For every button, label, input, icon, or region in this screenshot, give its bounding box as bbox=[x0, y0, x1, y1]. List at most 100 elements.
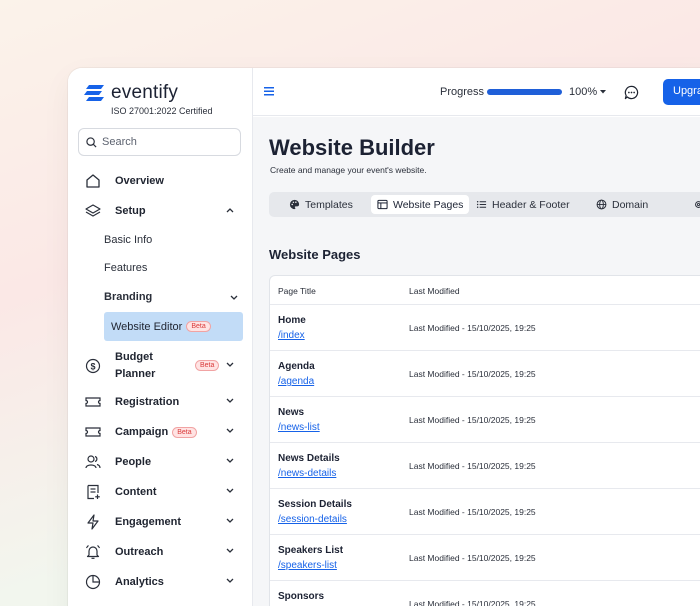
brand-name: eventify bbox=[111, 82, 179, 103]
ticket-icon bbox=[83, 422, 103, 442]
beta-badge: Beta bbox=[195, 360, 220, 371]
search-input[interactable] bbox=[102, 136, 232, 148]
eventify-logo-icon bbox=[84, 85, 104, 101]
tab-header-footer[interactable]: Header & Footer bbox=[470, 195, 576, 214]
sidebar-item-budget-planner[interactable]: $ Budget Planner Beta bbox=[78, 348, 243, 384]
page-slug-link[interactable]: /news-details bbox=[278, 468, 336, 479]
table-header: Page Title Last Modified bbox=[270, 276, 700, 305]
tab-website-pages[interactable]: Website Pages bbox=[371, 195, 470, 214]
search-icon bbox=[86, 136, 97, 148]
progress-label: Progress bbox=[440, 86, 485, 98]
chevron-up-icon bbox=[226, 208, 234, 213]
gear-icon bbox=[695, 201, 700, 208]
tab-label: Domain bbox=[612, 198, 649, 211]
sidebar-item-label: Planner bbox=[115, 368, 156, 380]
page-slug-link[interactable]: /agenda bbox=[278, 376, 314, 387]
sidebar-item-people[interactable]: People bbox=[78, 448, 243, 476]
sidebar-item-label: Budget bbox=[115, 351, 153, 363]
chevron-down-icon bbox=[226, 518, 234, 523]
table-row[interactable]: Session Details/session-details Last Modi… bbox=[270, 489, 700, 535]
brand[interactable]: eventify ISO 27001:2022 Certified bbox=[84, 82, 213, 116]
sidebar-item-label: Engagement bbox=[115, 516, 182, 528]
last-modified-cell: Last Modified - 15/10/2025, 19:25 bbox=[409, 461, 536, 471]
tab-domain[interactable]: Domain bbox=[590, 195, 654, 214]
sidebar: eventify ISO 27001:2022 Certified Overvi… bbox=[68, 68, 253, 606]
tab-bar: Templates Website Pages Header & Footer … bbox=[269, 192, 700, 217]
sidebar-item-basic-info[interactable]: Basic Info bbox=[104, 234, 152, 246]
upgrade-button[interactable]: Upgrade bbox=[663, 79, 700, 105]
progress-fill bbox=[487, 89, 562, 95]
table-row[interactable]: Speakers List/speakers-list Last Modified… bbox=[270, 535, 700, 581]
app-window: eventify ISO 27001:2022 Certified Overvi… bbox=[68, 68, 700, 606]
search-box[interactable] bbox=[78, 128, 241, 156]
sidebar-item-branding[interactable]: Branding bbox=[104, 291, 243, 303]
page-subtitle: Create and manage your event's website. bbox=[270, 165, 427, 175]
chevron-down-icon bbox=[226, 488, 234, 493]
sidebar-item-registration[interactable]: Registration bbox=[78, 388, 243, 416]
progress-bar bbox=[487, 89, 562, 95]
sidebar-item-features[interactable]: Features bbox=[104, 262, 147, 274]
sidebar-item-outreach[interactable]: Outreach bbox=[78, 538, 243, 566]
main-content: Website Builder Create and manage your e… bbox=[253, 117, 700, 606]
page-slug-link[interactable]: /index bbox=[278, 330, 305, 341]
last-modified-cell: Last Modified - 15/10/2025, 19:25 bbox=[409, 507, 536, 517]
sidebar-item-label: Branding bbox=[104, 291, 153, 303]
sidebar-item-setup[interactable]: Setup bbox=[78, 197, 243, 225]
table-row[interactable]: Home/index Last Modified - 15/10/2025, 19… bbox=[270, 305, 700, 351]
sidebar-item-label: Outreach bbox=[115, 546, 164, 558]
page-title-cell: Sponsors bbox=[278, 591, 325, 602]
last-modified-cell: Last Modified - 15/10/2025, 19:25 bbox=[409, 553, 536, 563]
last-modified-cell: Last Modified - 15/10/2025, 19:25 bbox=[409, 599, 536, 606]
table-row[interactable]: News/news-list Last Modified - 15/10/2025… bbox=[270, 397, 700, 443]
sidebar-item-engagement[interactable]: Engagement bbox=[78, 508, 243, 536]
beta-badge: Beta bbox=[172, 426, 197, 438]
sidebar-item-label: Registration bbox=[115, 396, 180, 408]
hamburger-menu-icon[interactable] bbox=[264, 86, 275, 96]
sidebar-item-label: Website Editor bbox=[111, 320, 183, 333]
chevron-down-icon bbox=[230, 295, 238, 300]
tab-settings[interactable] bbox=[687, 195, 700, 214]
chevron-down-icon bbox=[226, 362, 234, 367]
sidebar-item-label: Analytics bbox=[115, 576, 164, 588]
sidebar-item-content[interactable]: Content bbox=[78, 478, 243, 506]
globe-icon bbox=[596, 199, 607, 210]
table-body: Home/index Last Modified - 15/10/2025, 19… bbox=[270, 305, 700, 606]
chevron-down-icon bbox=[226, 578, 234, 583]
palette-icon bbox=[289, 199, 300, 210]
sidebar-item-analytics[interactable]: Analytics bbox=[78, 568, 243, 596]
page-slug-link[interactable]: /speakers-list bbox=[278, 560, 337, 571]
sidebar-item-label: Setup bbox=[115, 205, 146, 217]
chevron-down-icon bbox=[226, 428, 234, 433]
table-row[interactable]: News Details/news-details Last Modified -… bbox=[270, 443, 700, 489]
chevron-down-icon bbox=[226, 548, 234, 553]
layers-icon bbox=[83, 201, 103, 221]
bell-ringing-icon bbox=[83, 542, 103, 562]
pages-table: Page Title Last Modified Home/index Last … bbox=[269, 275, 700, 606]
page-title-cell: Speakers List bbox=[278, 545, 344, 556]
sidebar-item-overview[interactable]: Overview bbox=[78, 167, 243, 195]
section-title: Website Pages bbox=[269, 247, 361, 262]
progress-value[interactable]: 100% bbox=[569, 86, 597, 98]
chevron-down-icon bbox=[226, 398, 234, 403]
sidebar-item-website-editor[interactable]: Website Editor Beta bbox=[104, 312, 243, 341]
column-header-last-modified: Last Modified bbox=[409, 286, 460, 296]
page-slug-link[interactable]: /session-details bbox=[278, 514, 347, 525]
last-modified-cell: Last Modified - 15/10/2025, 19:25 bbox=[409, 323, 536, 333]
chat-bubble-icon[interactable] bbox=[624, 85, 639, 100]
layout-icon bbox=[377, 199, 388, 210]
column-header-page-title: Page Title bbox=[278, 286, 316, 296]
table-row[interactable]: Sponsors Last Modified - 15/10/2025, 19:2… bbox=[270, 581, 700, 606]
tab-templates[interactable]: Templates bbox=[283, 195, 359, 214]
table-row[interactable]: Agenda/agenda Last Modified - 15/10/2025,… bbox=[270, 351, 700, 397]
sidebar-item-campaign[interactable]: Campaign Beta bbox=[78, 418, 243, 446]
page-title-cell: Agenda bbox=[278, 361, 315, 372]
caret-down-icon[interactable] bbox=[599, 89, 607, 95]
chevron-down-icon bbox=[226, 458, 234, 463]
svg-text:$: $ bbox=[90, 362, 95, 372]
lightning-icon bbox=[83, 512, 103, 532]
page-slug-link[interactable]: /news-list bbox=[278, 422, 320, 433]
page-title-cell: Home bbox=[278, 315, 306, 326]
sidebar-item-label: Content bbox=[115, 486, 157, 498]
brand-tagline: ISO 27001:2022 Certified bbox=[111, 106, 213, 116]
people-icon bbox=[83, 452, 103, 472]
